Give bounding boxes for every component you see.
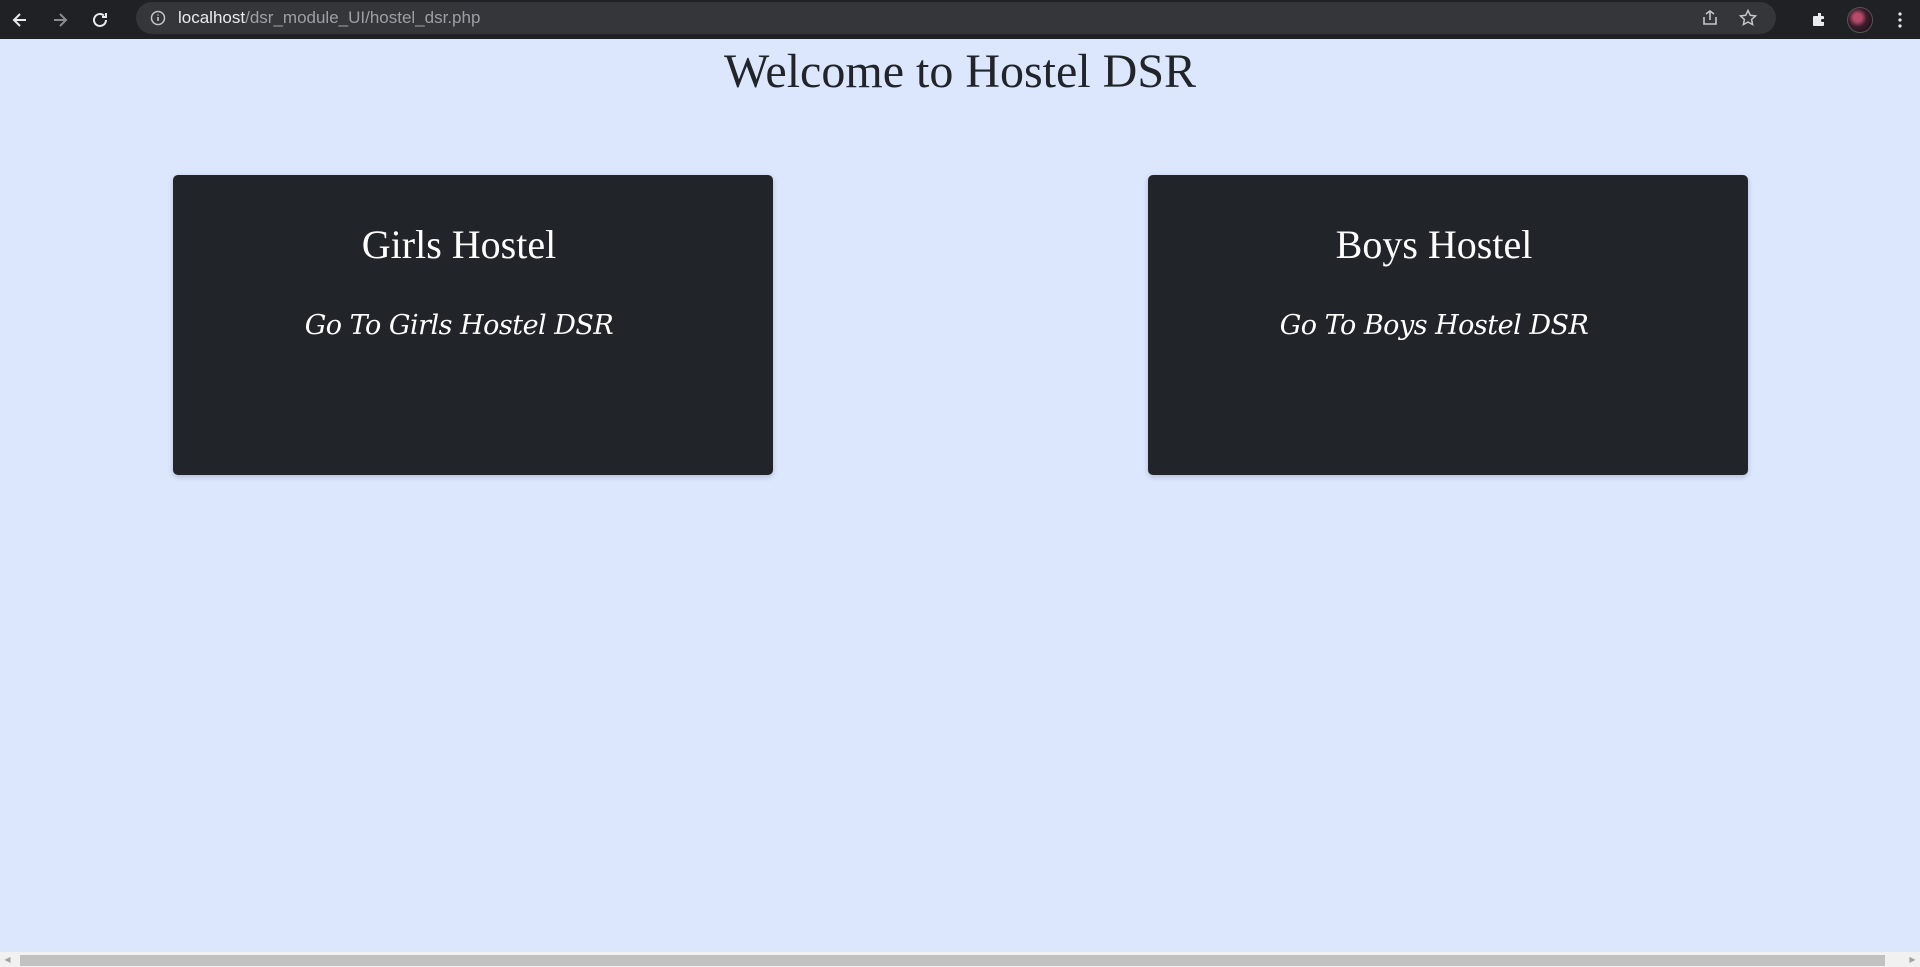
reload-icon — [93, 12, 107, 27]
boys-hostel-dsr-link[interactable]: Go To Boys Hostel DSR — [1148, 310, 1748, 341]
info-icon[interactable] — [150, 10, 166, 26]
page-title: Welcome to Hostel DSR — [723, 45, 1197, 98]
profile-button[interactable] — [1840, 0, 1880, 39]
url-text[interactable]: localhost/dsr_module_UI/hostel_dsr.php — [178, 8, 480, 28]
reload-button[interactable] — [80, 0, 120, 39]
menu-icon — [1898, 11, 1902, 28]
scroll-left-icon[interactable]: ◀ — [0, 952, 15, 967]
url-path: /dsr_module_UI/hostel_dsr.php — [245, 8, 481, 27]
star-icon[interactable] — [1738, 8, 1758, 28]
address-bar[interactable]: localhost/dsr_module_UI/hostel_dsr.php — [136, 2, 1776, 34]
scrollbar-thumb[interactable] — [20, 955, 1885, 966]
menu-button[interactable] — [1880, 0, 1920, 39]
url-host: localhost — [178, 8, 246, 27]
scroll-right-icon[interactable]: ▶ — [1905, 952, 1920, 967]
share-icon[interactable] — [1700, 8, 1720, 28]
girls-hostel-card[interactable]: Girls Hostel Go To Girls Hostel DSR — [173, 175, 773, 475]
omnibox-actions — [1700, 2, 1758, 34]
girls-hostel-dsr-link[interactable]: Go To Girls Hostel DSR — [173, 310, 773, 341]
boys-hostel-card[interactable]: Boys Hostel Go To Boys Hostel DSR — [1148, 175, 1748, 475]
avatar — [1847, 6, 1873, 33]
forward-button[interactable] — [40, 0, 80, 39]
card-title: Girls Hostel — [361, 222, 557, 267]
back-button[interactable] — [0, 0, 40, 39]
browser-toolbar: localhost/dsr_module_UI/hostel_dsr.php — [0, 0, 1920, 39]
card-title: Boys Hostel — [1335, 222, 1533, 267]
toolbar-right — [1800, 0, 1920, 39]
extensions-icon — [1813, 12, 1824, 26]
horizontal-scrollbar[interactable]: ◀ ▶ — [0, 952, 1920, 967]
back-icon — [12, 12, 26, 27]
extensions-button[interactable] — [1800, 0, 1840, 39]
forward-icon — [54, 12, 68, 27]
